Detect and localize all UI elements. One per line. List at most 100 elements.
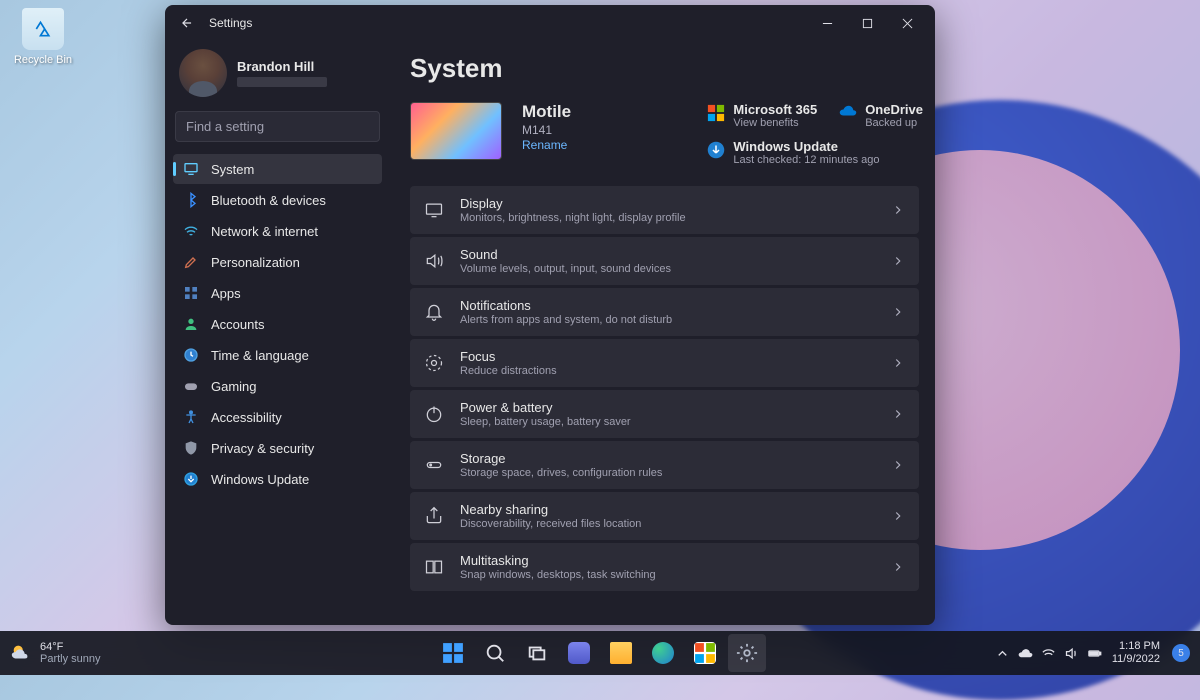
focus-icon: [424, 353, 444, 373]
chevron-right-icon: [891, 356, 905, 370]
chevron-right-icon: [891, 560, 905, 574]
nav-label: Gaming: [211, 379, 257, 394]
settings-window: Settings Brandon Hill System: [165, 5, 935, 625]
main-panel: System Motile M141 Rename Microsoft 365V…: [390, 41, 935, 625]
chevron-right-icon: [891, 509, 905, 523]
status-update[interactable]: Windows UpdateLast checked: 12 minutes a…: [707, 139, 923, 166]
rename-link[interactable]: Rename: [522, 138, 571, 152]
row-sound[interactable]: SoundVolume levels, output, input, sound…: [410, 237, 919, 285]
nav-label: System: [211, 162, 254, 177]
wifi-icon: [183, 223, 199, 239]
search-box[interactable]: [175, 111, 380, 142]
device-thumbnail[interactable]: [410, 102, 502, 160]
nav-label: Personalization: [211, 255, 300, 270]
status-onedrive[interactable]: OneDriveBacked up: [839, 102, 923, 129]
search-input[interactable]: [186, 119, 362, 134]
shield-icon: [183, 440, 199, 456]
nav-apps[interactable]: Apps: [173, 278, 382, 308]
multitask-icon: [424, 557, 444, 577]
nav-gaming[interactable]: Gaming: [173, 371, 382, 401]
weather-widget[interactable]: 64°F Partly sunny: [10, 641, 101, 665]
recycle-bin-icon: [22, 8, 64, 50]
battery-tray-icon[interactable]: [1087, 646, 1102, 661]
user-email-redacted: [237, 77, 327, 87]
nav-label: Privacy & security: [211, 441, 314, 456]
nav-time[interactable]: Time & language: [173, 340, 382, 370]
recycle-bin-label: Recycle Bin: [8, 54, 78, 66]
nav-label: Bluetooth & devices: [211, 193, 326, 208]
clock-date: 11/9/2022: [1112, 653, 1160, 666]
system-icon: [183, 161, 199, 177]
nav-label: Accessibility: [211, 410, 282, 425]
paintbrush-icon: [183, 254, 199, 270]
minimize-button[interactable]: [807, 7, 847, 39]
system-tray[interactable]: [995, 646, 1102, 661]
sound-icon: [424, 251, 444, 271]
status-m365[interactable]: Microsoft 365View benefits: [707, 102, 817, 129]
user-account-row[interactable]: Brandon Hill: [173, 41, 382, 111]
update-icon: [183, 471, 199, 487]
tray-chevron-icon[interactable]: [995, 646, 1010, 661]
window-title: Settings: [209, 16, 252, 30]
person-icon: [183, 316, 199, 332]
nav-system[interactable]: System: [173, 154, 382, 184]
chat-button[interactable]: [560, 634, 598, 672]
nav-personalization[interactable]: Personalization: [173, 247, 382, 277]
chevron-right-icon: [891, 203, 905, 217]
storage-icon: [424, 455, 444, 475]
search-button[interactable]: [476, 634, 514, 672]
nav-network[interactable]: Network & internet: [173, 216, 382, 246]
clock-time: 1:18 PM: [1112, 640, 1160, 653]
nav-label: Windows Update: [211, 472, 309, 487]
page-title: System: [410, 41, 923, 102]
onedrive-tray-icon[interactable]: [1018, 646, 1033, 661]
row-nearby-sharing[interactable]: Nearby sharingDiscoverability, received …: [410, 492, 919, 540]
row-storage[interactable]: StorageStorage space, drives, configurat…: [410, 441, 919, 489]
device-name: Motile: [522, 102, 571, 122]
notification-badge[interactable]: 5: [1172, 644, 1190, 662]
nav-privacy[interactable]: Privacy & security: [173, 433, 382, 463]
store-button[interactable]: [686, 634, 724, 672]
weather-desc: Partly sunny: [40, 653, 101, 665]
chevron-right-icon: [891, 458, 905, 472]
clock-icon: [183, 347, 199, 363]
weather-icon: [10, 642, 32, 664]
row-display[interactable]: DisplayMonitors, brightness, night light…: [410, 186, 919, 234]
chevron-right-icon: [891, 254, 905, 268]
sidebar: Brandon Hill System Bluetooth & devices …: [165, 41, 390, 625]
recycle-bin-desktop-icon[interactable]: Recycle Bin: [8, 8, 78, 66]
taskbar-clock[interactable]: 1:18 PM 11/9/2022: [1112, 640, 1162, 666]
device-model: M141: [522, 123, 571, 137]
settings-taskbar-button[interactable]: [728, 634, 766, 672]
avatar: [179, 49, 227, 97]
settings-list: DisplayMonitors, brightness, night light…: [410, 186, 923, 591]
nav-accounts[interactable]: Accounts: [173, 309, 382, 339]
explorer-button[interactable]: [602, 634, 640, 672]
maximize-button[interactable]: [847, 7, 887, 39]
row-focus[interactable]: FocusReduce distractions: [410, 339, 919, 387]
task-view-button[interactable]: [518, 634, 556, 672]
bluetooth-icon: [183, 192, 199, 208]
gamepad-icon: [183, 378, 199, 394]
nav-update[interactable]: Windows Update: [173, 464, 382, 494]
nav-label: Apps: [211, 286, 241, 301]
accessibility-icon: [183, 409, 199, 425]
close-button[interactable]: [887, 7, 927, 39]
volume-tray-icon[interactable]: [1064, 646, 1079, 661]
wifi-tray-icon[interactable]: [1041, 646, 1056, 661]
titlebar: Settings: [165, 5, 935, 41]
row-notifications[interactable]: NotificationsAlerts from apps and system…: [410, 288, 919, 336]
back-button[interactable]: [173, 9, 201, 37]
start-button[interactable]: [434, 634, 472, 672]
power-icon: [424, 404, 444, 424]
edge-button[interactable]: [644, 634, 682, 672]
nav-accessibility[interactable]: Accessibility: [173, 402, 382, 432]
row-multitasking[interactable]: MultitaskingSnap windows, desktops, task…: [410, 543, 919, 591]
update-status-icon: [707, 141, 725, 159]
nav-bluetooth[interactable]: Bluetooth & devices: [173, 185, 382, 215]
bell-icon: [424, 302, 444, 322]
chevron-right-icon: [891, 407, 905, 421]
onedrive-icon: [839, 104, 857, 122]
row-power[interactable]: Power & batterySleep, battery usage, bat…: [410, 390, 919, 438]
display-icon: [424, 200, 444, 220]
